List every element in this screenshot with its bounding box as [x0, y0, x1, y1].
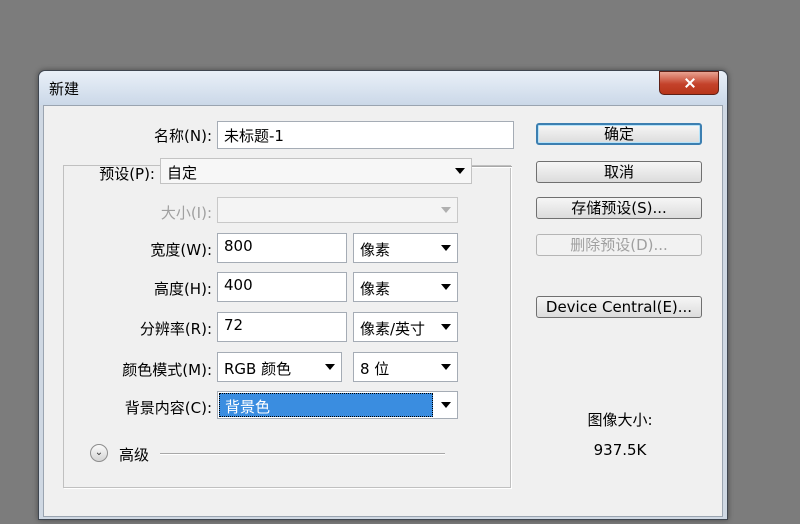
title-bar[interactable]: 新建 [39, 71, 727, 105]
width-label: 宽度(W): [150, 241, 212, 259]
chevron-down-icon [441, 402, 451, 408]
chevron-down-icon [441, 364, 451, 370]
height-value: 400 [224, 276, 253, 294]
preset-group-line [472, 166, 512, 167]
height-field[interactable]: 400 [217, 272, 347, 302]
bit-depth-value: 8 位 [360, 360, 390, 378]
advanced-separator [160, 453, 445, 454]
chevron-down-icon [441, 207, 451, 213]
advanced-label[interactable]: 高级 [119, 444, 149, 465]
ok-button[interactable]: 确定 [536, 123, 702, 145]
save-preset-button[interactable]: 存储预设(S)... [536, 197, 702, 219]
chevron-down-icon [455, 168, 465, 174]
size-select[interactable] [217, 197, 458, 223]
preset-label: 预设(P): [99, 165, 155, 183]
resolution-label: 分辨率(R): [139, 320, 212, 338]
cancel-button[interactable]: 取消 [536, 161, 702, 183]
delete-preset-button[interactable]: 删除预设(D)... [536, 234, 702, 256]
color-mode-label: 颜色模式(M): [122, 361, 212, 379]
image-size-label: 图像大小: [587, 411, 653, 429]
resolution-unit-value: 像素/英寸 [360, 320, 426, 338]
width-value: 800 [224, 237, 253, 255]
device-central-button[interactable]: Device Central(E)... [536, 296, 702, 318]
height-unit-value: 像素 [360, 280, 391, 298]
name-field[interactable]: 未标题-1 [217, 121, 514, 149]
chevron-down-icon [325, 364, 335, 370]
background-label: 背景内容(C): [124, 399, 212, 417]
height-unit-select[interactable]: 像素 [353, 272, 458, 302]
resolution-field[interactable]: 72 [217, 312, 347, 342]
preset-value: 自定 [167, 164, 198, 182]
close-button[interactable] [659, 71, 719, 95]
height-label: 高度(H): [153, 280, 212, 298]
image-size-value: 937.5K [593, 441, 647, 459]
expand-advanced-icon[interactable]: ⌄ [90, 444, 108, 462]
resolution-value: 72 [224, 316, 244, 334]
dialog-title: 新建 [49, 80, 80, 98]
color-mode-value: RGB 颜色 [224, 360, 292, 378]
name-label: 名称(N): [154, 127, 212, 145]
width-unit-select[interactable]: 像素 [353, 233, 458, 263]
chevron-down-icon [441, 245, 451, 251]
background-select[interactable]: 背景色 [217, 391, 458, 419]
bit-depth-select[interactable]: 8 位 [353, 352, 458, 382]
width-field[interactable]: 800 [217, 233, 347, 263]
color-mode-select[interactable]: RGB 颜色 [217, 352, 342, 382]
background-value: 背景色 [219, 393, 433, 417]
size-label: 大小(I): [160, 204, 212, 222]
resolution-unit-select[interactable]: 像素/英寸 [353, 312, 458, 342]
preset-select[interactable]: 自定 [160, 158, 472, 184]
name-value: 未标题-1 [224, 127, 284, 145]
chevron-down-icon [441, 284, 451, 290]
chevron-down-icon [441, 324, 451, 330]
width-unit-value: 像素 [360, 241, 391, 259]
